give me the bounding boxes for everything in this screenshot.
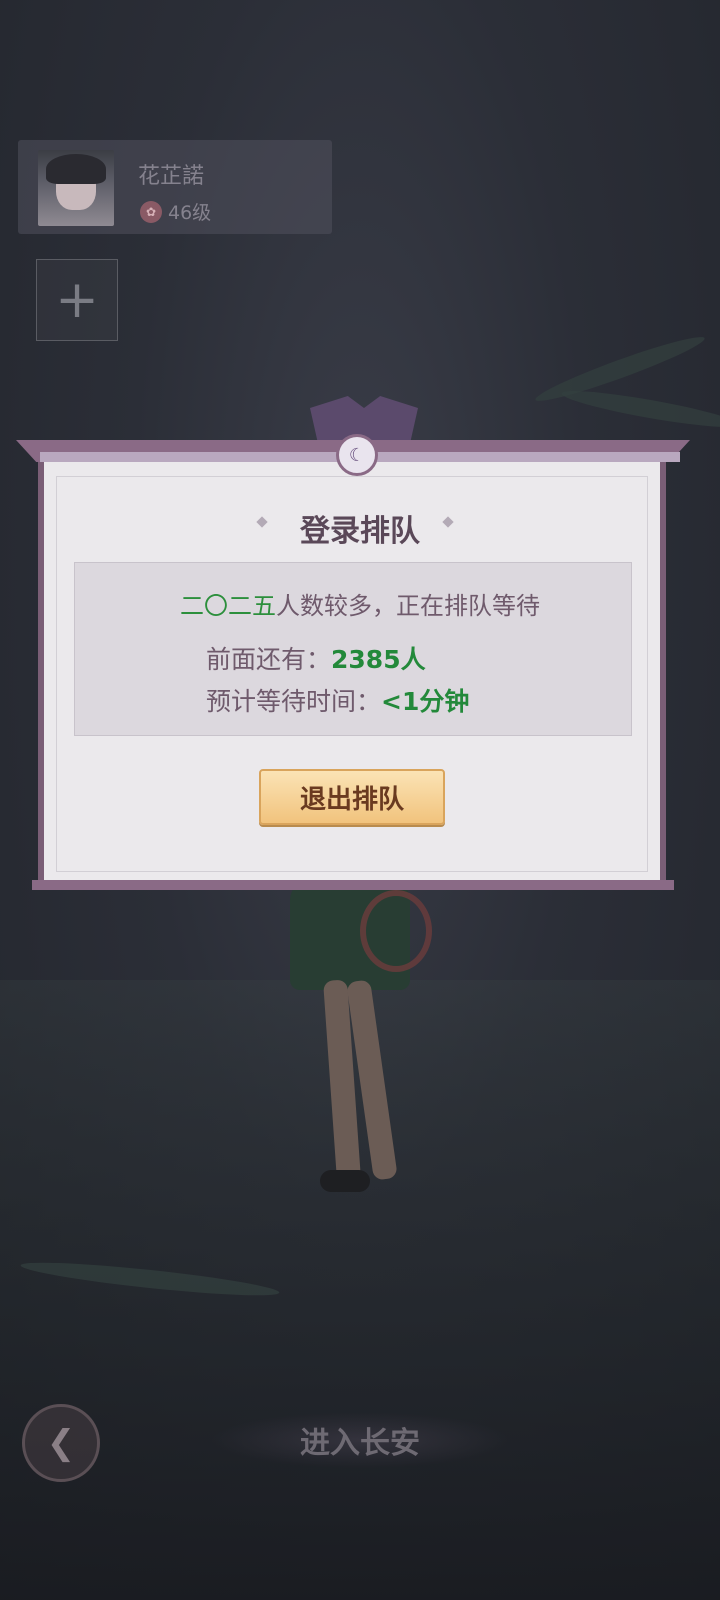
add-character-button[interactable]: + [36, 259, 118, 341]
queue-ahead-value: 2385人 [331, 645, 426, 674]
ground-branch [19, 1256, 281, 1302]
character-name: 花芷諾 [138, 164, 205, 189]
queue-wait-value: <1分钟 [381, 687, 470, 716]
enter-game-button[interactable]: 进入长安 [210, 1412, 510, 1468]
back-arrow-icon: ❮ [46, 1423, 76, 1463]
player-character-figure [240, 880, 460, 1210]
back-button[interactable]: ❮ [22, 1404, 100, 1482]
queue-ahead-label: 前面还有： [206, 645, 332, 674]
bamboo-leaf [559, 384, 720, 434]
character-card[interactable]: 花芷諾 ✿ 46级 [18, 140, 332, 234]
level-badge-icon: ✿ [140, 200, 162, 223]
character-level: ✿ 46级 [140, 198, 211, 225]
queue-wait-time: 预计等待时间：<1分钟 [206, 682, 469, 718]
queue-message-text: 人数较多，正在排队等待 [276, 592, 540, 620]
queue-message: 二〇二五人数较多，正在排队等待 [0, 586, 720, 621]
character-level-text: 46级 [168, 202, 212, 224]
scroll-bottom-bar [32, 880, 674, 890]
queue-wait-label: 预计等待时间： [206, 687, 382, 716]
moon-emblem-icon: ☾ [336, 434, 378, 476]
exit-queue-button[interactable]: 退出排队 [259, 769, 445, 825]
queue-ahead: 前面还有：2385人 [206, 640, 426, 676]
queue-message-highlight: 二〇二五 [180, 592, 276, 620]
plus-icon: + [55, 270, 99, 330]
character-avatar [38, 150, 114, 226]
dialog-title: 登录排队 [300, 514, 420, 549]
